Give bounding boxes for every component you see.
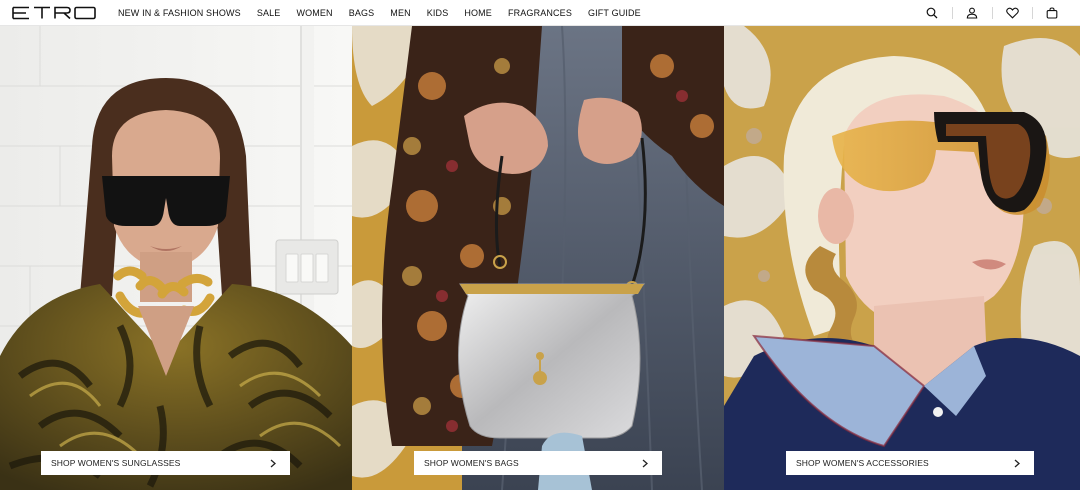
etro-logo[interactable]	[12, 6, 96, 20]
shop-womens-bags-button[interactable]: SHOP WOMEN'S BAGS	[414, 451, 662, 475]
bags-campaign-image	[352, 26, 724, 490]
sunglasses-campaign-image	[0, 26, 352, 490]
chevron-right-icon	[270, 458, 278, 468]
search-button[interactable]	[912, 0, 952, 26]
nav-item-men[interactable]: MEN	[390, 8, 410, 18]
nav-item-bags[interactable]: BAGS	[349, 8, 375, 18]
nav-item-fragrances[interactable]: FRAGRANCES	[508, 8, 572, 18]
cta-label: SHOP WOMEN'S ACCESSORIES	[796, 458, 929, 468]
account-button[interactable]	[952, 0, 992, 26]
panel-bags[interactable]: SHOP WOMEN'S BAGS	[352, 26, 724, 490]
nav-item-kids[interactable]: KIDS	[427, 8, 449, 18]
chevron-right-icon	[642, 458, 650, 468]
search-icon	[926, 7, 938, 19]
nav-item-women[interactable]: WOMEN	[296, 8, 332, 18]
chevron-right-icon	[1014, 458, 1022, 468]
shop-womens-accessories-button[interactable]: SHOP WOMEN'S ACCESSORIES	[786, 451, 1034, 475]
header-utilities	[912, 0, 1072, 26]
wishlist-heart-icon	[1005, 7, 1019, 19]
cta-label: SHOP WOMEN'S BAGS	[424, 458, 519, 468]
panel-sunglasses[interactable]: SHOP WOMEN'S SUNGLASSES	[0, 26, 352, 490]
hero-panels: SHOP WOMEN'S SUNGLASSES SHOP WOMEN'S BAG…	[0, 26, 1080, 490]
shopping-bag-button[interactable]	[1032, 0, 1072, 26]
etro-logo-wordmark	[12, 6, 96, 20]
nav-item-new-in-fashion-shows[interactable]: NEW IN & FASHION SHOWS	[118, 8, 241, 18]
account-icon	[966, 7, 978, 19]
shop-womens-sunglasses-button[interactable]: SHOP WOMEN'S SUNGLASSES	[41, 451, 290, 475]
nav-item-home[interactable]: HOME	[464, 8, 492, 18]
nav-item-sale[interactable]: SALE	[257, 8, 281, 18]
cta-label: SHOP WOMEN'S SUNGLASSES	[51, 458, 181, 468]
nav-item-gift-guide[interactable]: GIFT GUIDE	[588, 8, 641, 18]
wishlist-button[interactable]	[992, 0, 1032, 26]
main-navigation: NEW IN & FASHION SHOWS SALE WOMEN BAGS M…	[118, 0, 657, 26]
panel-accessories[interactable]: SHOP WOMEN'S ACCESSORIES	[724, 26, 1080, 490]
shopping-bag-icon	[1046, 7, 1058, 19]
site-header: NEW IN & FASHION SHOWS SALE WOMEN BAGS M…	[0, 0, 1080, 26]
accessories-campaign-image	[724, 26, 1080, 490]
